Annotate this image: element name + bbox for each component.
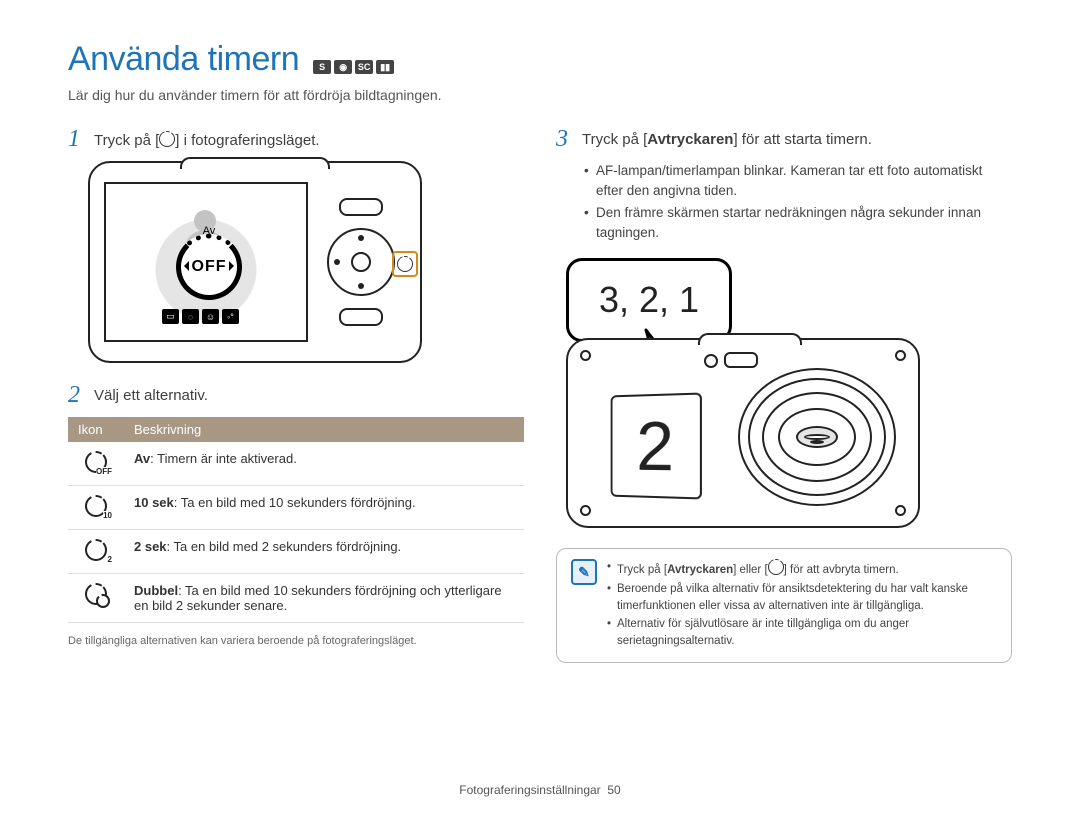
mode-icon-scene: SC	[355, 60, 373, 74]
option-icon-double	[85, 583, 107, 605]
step-1-pre: Tryck på [	[94, 132, 159, 149]
options-header-desc: Beskrivning	[124, 417, 524, 442]
camera-bottom-button	[339, 308, 383, 326]
dpad	[327, 228, 395, 296]
note-item: Beroende på vilka alternativ för ansikts…	[607, 581, 997, 614]
step-1-text: Tryck på [ ] i fotograferingsläget.	[94, 127, 320, 149]
step-3-pre: Tryck på [	[582, 131, 647, 148]
option-icon-off	[85, 451, 107, 473]
option-row: 2 sek: Ta en bild med 2 sekunders fördrö…	[124, 530, 524, 574]
option-desc: : Ta en bild med 10 sekunders fördröjnin…	[174, 495, 416, 510]
option-label: Dubbel	[134, 583, 178, 598]
note-item: Alternativ för självutlösare är inte til…	[607, 616, 997, 649]
timer-av-label: Av	[203, 225, 216, 237]
front-countdown-display: 2	[611, 393, 702, 500]
camera-front-illustration: 3, 2, 1 2	[566, 258, 946, 528]
mode-icon-smart: S	[313, 60, 331, 74]
page-footer: Fotograferingsinställningar 50	[0, 783, 1080, 797]
step-3-bold: Avtryckaren	[647, 131, 733, 148]
note-text: ] för att avbryta timern.	[784, 564, 899, 576]
page-title: Använda timern	[68, 40, 299, 79]
timer-icon	[768, 559, 784, 575]
step-2-text: Välj ett alternativ.	[94, 383, 208, 404]
dpad-right-highlight	[392, 251, 418, 277]
step-3: 3 Tryck på [Avtryckaren] för att starta …	[556, 127, 1012, 151]
mode-icon-photo: ◉	[334, 60, 352, 74]
note-icon: ✎	[571, 559, 597, 585]
lcd-strip-icon: ◌	[182, 309, 199, 324]
step-2: 2 Välj ett alternativ.	[68, 383, 524, 407]
option-row: 10 sek: Ta en bild med 10 sekunders förd…	[124, 486, 524, 530]
step-1-number: 1	[68, 127, 88, 151]
lcd-strip-icon: ☺	[202, 309, 219, 324]
timer-off-indicator: Av OFF	[176, 234, 242, 300]
footer-page-number: 50	[607, 783, 620, 797]
option-label: 10 sek	[134, 495, 174, 510]
step-3-bullets: AF-lampan/timerlampan blinkar. Kameran t…	[556, 161, 1012, 242]
intro-text: Lär dig hur du använder timern för att f…	[68, 87, 1012, 103]
note-text: Tryck på [	[617, 564, 667, 576]
option-desc: : Ta en bild med 2 sekunders fördröjning…	[167, 539, 402, 554]
options-header-icon: Ikon	[68, 417, 124, 442]
camera-lcd: Av OFF ▭ ◌ ☺ ◦°	[104, 182, 308, 342]
note-text: ] eller [	[733, 564, 768, 576]
step-3-post: ] för att starta timern.	[733, 131, 871, 148]
note-box: ✎ Tryck på [Avtryckaren] eller [ ] för at…	[556, 548, 1012, 662]
option-label: 2 sek	[134, 539, 167, 554]
bullet: Den främre skärmen startar nedräkningen …	[584, 203, 1012, 242]
option-label: Av	[134, 451, 150, 466]
lcd-icon-strip: ▭ ◌ ☺ ◦°	[162, 309, 239, 324]
camera-lens-icon	[738, 368, 896, 506]
option-desc: : Ta en bild med 10 sekunders fördröjnin…	[134, 583, 502, 613]
mode-icon-video: ▮▮	[376, 60, 394, 74]
left-footnote: De tillgängliga alternativen kan variera…	[68, 635, 524, 647]
flash-icon	[724, 352, 758, 368]
option-icon-2s	[85, 539, 107, 561]
bullet: AF-lampan/timerlampan blinkar. Kameran t…	[584, 161, 1012, 200]
option-icon-10s	[85, 495, 107, 517]
mode-icon-row: S ◉ SC ▮▮	[313, 60, 394, 76]
lcd-strip-icon: ◦°	[222, 309, 239, 324]
step-3-number: 3	[556, 127, 576, 151]
countdown-bubble-text: 3, 2, 1	[599, 279, 699, 321]
option-row: Av: Timern är inte aktiverad.	[124, 442, 524, 486]
note-text: Avtryckaren	[667, 564, 733, 576]
lcd-strip-icon: ▭	[162, 309, 179, 324]
step-1: 1 Tryck på [ ] i fotograferingsläget.	[68, 127, 524, 151]
option-desc: : Timern är inte aktiverad.	[150, 451, 297, 466]
options-table: Ikon Beskrivning Av: Timern är inte akti…	[68, 417, 524, 623]
camera-back-illustration: Av OFF ▭ ◌ ☺ ◦°	[88, 161, 422, 363]
step-2-number: 2	[68, 383, 88, 407]
step-3-text: Tryck på [Avtryckaren] för att starta ti…	[582, 127, 872, 148]
af-led-icon	[704, 354, 718, 368]
timer-icon	[397, 256, 413, 272]
footer-section: Fotograferingsinställningar	[459, 783, 600, 797]
note-item: Tryck på [Avtryckaren] eller [ ] för att …	[607, 559, 997, 579]
timer-icon	[159, 131, 175, 147]
step-1-post: ] i fotograferingsläget.	[175, 132, 319, 149]
option-row: Dubbel: Ta en bild med 10 sekunders förd…	[124, 574, 524, 623]
timer-off-label: OFF	[192, 258, 227, 276]
camera-top-button	[339, 198, 383, 216]
front-countdown-value: 2	[636, 406, 674, 487]
